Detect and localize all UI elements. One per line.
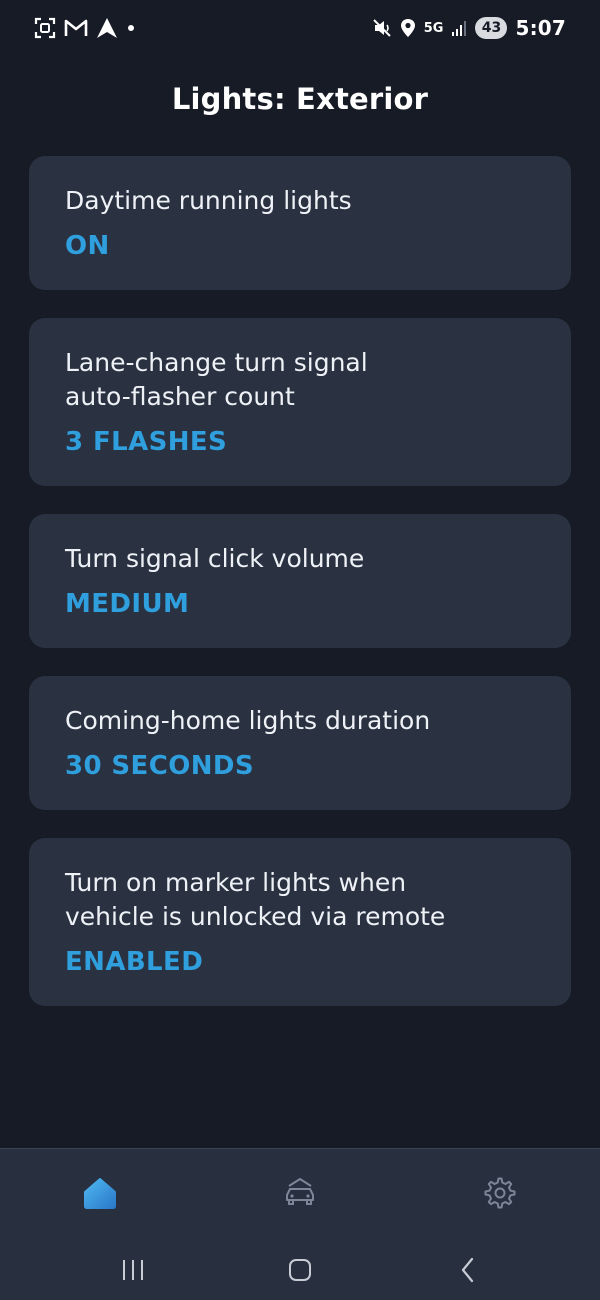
mail-icon — [64, 18, 88, 38]
back-chevron-icon — [458, 1257, 478, 1283]
battery-level: 43 — [475, 17, 508, 39]
nav-home[interactable] — [78, 1171, 122, 1215]
location-icon — [400, 18, 416, 38]
setting-label: Turn signal click volume — [65, 544, 365, 573]
page-title: Lights: Exterior — [171, 82, 429, 116]
bottom-nav — [0, 1148, 600, 1239]
setting-value: MEDIUM — [65, 589, 190, 619]
setting-label: Lane-change turn signal auto-flasher cou… — [65, 348, 368, 411]
status-right-icons: 5G 43 5:07 — [372, 14, 566, 42]
home-button[interactable] — [280, 1250, 320, 1290]
back-button[interactable] — [448, 1250, 488, 1290]
signal-strength-icon — [451, 19, 467, 37]
screenshot-icon — [34, 17, 56, 39]
setting-click-volume[interactable]: Turn signal click volume MEDIUM — [29, 514, 571, 648]
system-nav-bar — [0, 1238, 600, 1300]
status-time: 5:07 — [515, 16, 566, 40]
navigation-app-icon — [96, 17, 118, 39]
setting-marker-lights-remote[interactable]: Turn on marker lights when vehicle is un… — [29, 838, 571, 1006]
setting-coming-home-duration[interactable]: Coming-home lights duration 30 SECONDS — [29, 676, 571, 810]
setting-label: Turn on marker lights when vehicle is un… — [65, 868, 446, 931]
status-bar: 5G 43 5:07 — [0, 0, 600, 58]
home-icon — [82, 1176, 118, 1210]
settings-list: Daytime running lights ON Lane-change tu… — [29, 156, 571, 1006]
setting-value: ENABLED — [65, 947, 204, 977]
setting-value: 30 SECONDS — [65, 751, 254, 781]
setting-value: ON — [65, 231, 110, 261]
setting-auto-flasher-count[interactable]: Lane-change turn signal auto-flasher cou… — [29, 318, 571, 486]
setting-value: 3 FLASHES — [65, 427, 228, 457]
status-left-icons — [34, 14, 136, 42]
gear-icon — [484, 1177, 516, 1209]
setting-label: Coming-home lights duration — [65, 706, 431, 735]
car-icon — [281, 1176, 319, 1210]
recent-apps-button[interactable] — [113, 1250, 153, 1290]
nav-settings[interactable] — [478, 1171, 522, 1215]
nav-vehicle[interactable] — [278, 1171, 322, 1215]
setting-daytime-running-lights[interactable]: Daytime running lights ON — [29, 156, 571, 290]
setting-label: Daytime running lights — [65, 186, 352, 215]
network-type: 5G — [423, 20, 444, 36]
recent-apps-icon — [120, 1258, 146, 1282]
home-square-icon — [287, 1257, 313, 1283]
notification-dot-icon — [126, 23, 136, 33]
mute-icon — [372, 18, 392, 38]
